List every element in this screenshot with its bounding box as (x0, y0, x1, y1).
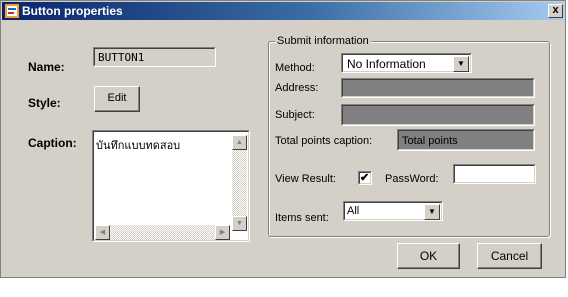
address-label: Address: (275, 82, 319, 94)
method-select[interactable]: No Information ▼ (341, 53, 472, 73)
close-icon[interactable]: x (548, 4, 563, 18)
method-value: No Information (347, 57, 426, 71)
name-label: Name: (28, 60, 65, 74)
total-points-caption-value: Total points (402, 135, 458, 147)
scroll-right-icon[interactable]: ▶ (215, 225, 230, 240)
password-label: PassWord: (385, 173, 439, 185)
checkmark-icon: ✔ (360, 172, 370, 184)
chevron-down-icon[interactable]: ▼ (424, 204, 440, 220)
password-field[interactable] (453, 164, 536, 184)
scroll-down-icon[interactable]: ▼ (232, 216, 247, 231)
subject-label: Subject: (275, 109, 315, 121)
cancel-button[interactable]: Cancel (477, 243, 542, 269)
button-properties-dialog: Button properties x Name: BUTTON1 Style:… (0, 0, 566, 278)
name-value: BUTTON1 (98, 51, 145, 64)
items-sent-label: Items sent: (275, 212, 329, 224)
window-title: Button properties (22, 4, 123, 18)
edit-button[interactable]: Edit (94, 86, 140, 112)
vertical-scrollbar-track[interactable] (232, 150, 247, 216)
caption-label: Caption: (28, 136, 77, 150)
name-field[interactable]: BUTTON1 (93, 47, 216, 67)
scroll-left-icon[interactable]: ◀ (95, 225, 110, 240)
app-icon (5, 4, 19, 18)
view-result-label: View Result: (275, 173, 336, 185)
ok-button[interactable]: OK (397, 243, 460, 269)
group-title: Submit information (275, 35, 371, 47)
caption-textarea[interactable]: บันทึกแบบทดสอบ ▲ ▼ ◀ ▶ (92, 130, 250, 242)
items-sent-value: All (347, 205, 360, 217)
method-label: Method: (275, 62, 315, 74)
view-result-checkbox[interactable]: ✔ (358, 171, 372, 185)
horizontal-scrollbar-track[interactable] (110, 225, 215, 240)
title-bar[interactable]: Button properties x (2, 2, 564, 20)
caption-value: บันทึกแบบทดสอบ (96, 139, 181, 152)
chevron-down-icon[interactable]: ▼ (453, 56, 469, 72)
total-points-caption-label: Total points caption: (275, 135, 373, 147)
items-sent-select[interactable]: All ▼ (343, 201, 443, 221)
address-field[interactable] (341, 78, 535, 98)
style-label: Style: (28, 96, 61, 110)
total-points-caption-field[interactable]: Total points (397, 129, 535, 151)
subject-field[interactable] (341, 104, 535, 126)
scroll-up-icon[interactable]: ▲ (232, 135, 247, 150)
